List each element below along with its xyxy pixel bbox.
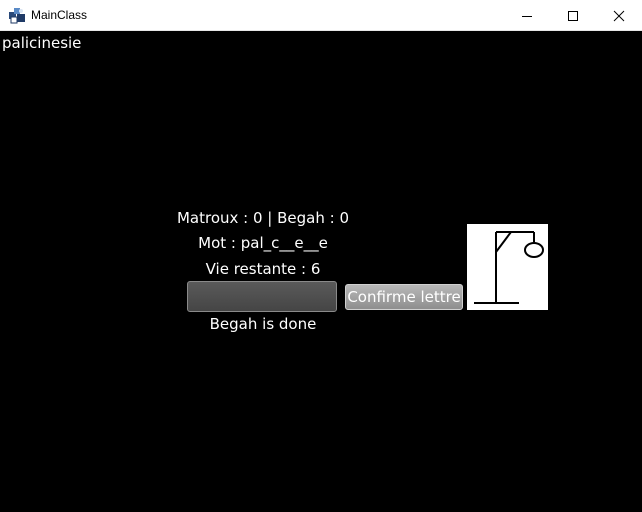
title-bar[interactable]: MainClass [0,0,642,31]
maximize-button[interactable] [550,0,596,31]
hangman-drawing [467,224,548,310]
app-window: MainClass palicinesie Matroux : 0 | Bega… [0,0,642,512]
game-area: palicinesie Matroux : 0 | Begah : 0 Mot … [0,31,642,512]
window-title: MainClass [31,8,88,22]
hangman-gallows-icon [474,231,544,304]
secret-word-label: palicinesie [2,34,82,52]
maximize-icon [568,10,578,21]
status-label: Begah is done [209,315,317,333]
masked-word-label: Mot : pal_c__e__e [198,234,328,252]
minimize-button[interactable] [504,0,550,31]
java-app-icon [8,7,26,24]
score-label: Matroux : 0 | Begah : 0 [176,209,349,227]
minimize-icon [522,15,532,17]
confirm-letter-button[interactable]: Confirme lettre [345,284,463,310]
close-button[interactable] [596,0,642,31]
close-icon [613,10,625,21]
letter-input[interactable] [187,281,337,312]
lives-remaining-label: Vie restante : 6 [205,260,321,278]
